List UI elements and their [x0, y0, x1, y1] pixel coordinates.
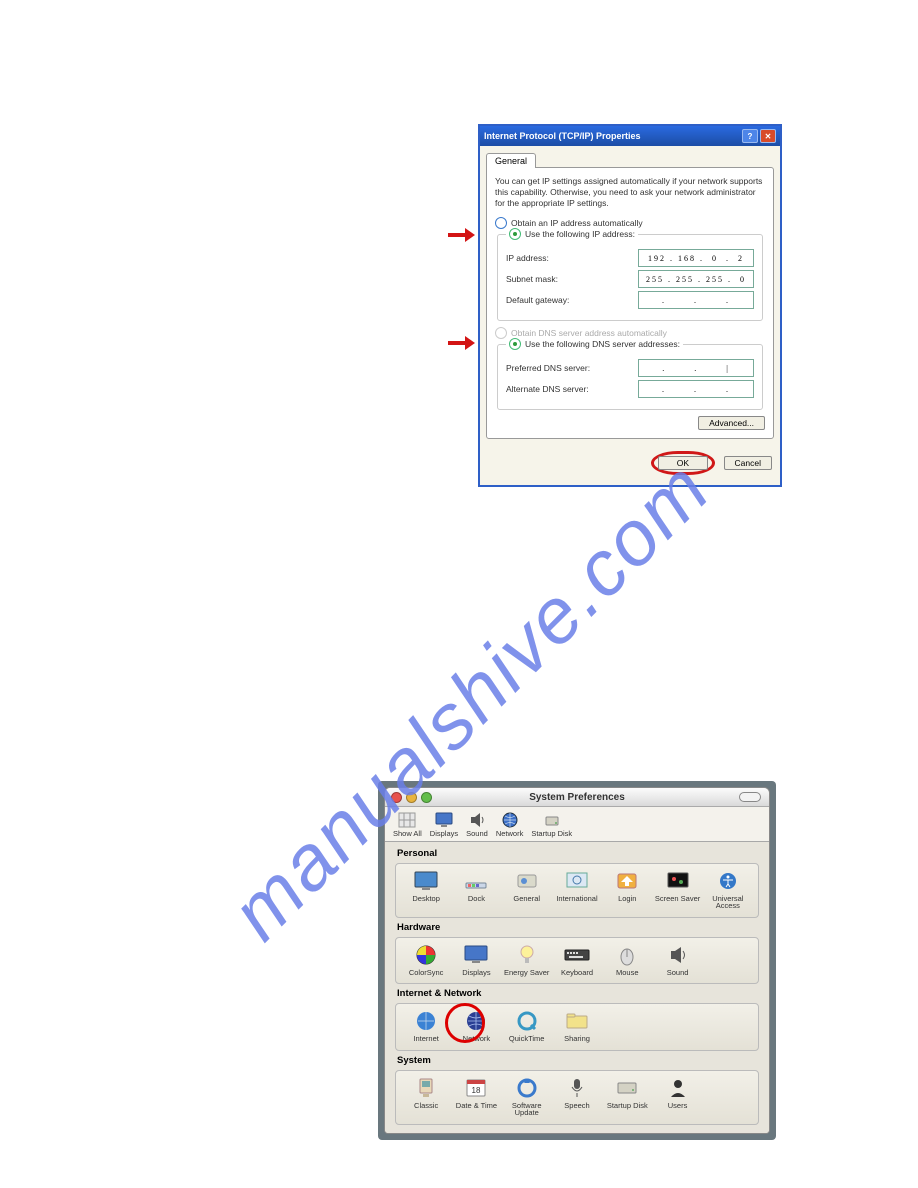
pref-login[interactable]: Login — [603, 869, 651, 910]
desktop-icon — [412, 869, 440, 893]
pref-classic[interactable]: Classic — [402, 1076, 450, 1117]
speaker-icon — [467, 811, 487, 829]
toolbar-item-startup-disk[interactable]: Startup Disk — [531, 811, 572, 838]
subnet-mask-input[interactable] — [638, 270, 754, 288]
pref-keyboard[interactable]: Keyboard — [553, 943, 601, 977]
bulb-icon — [513, 943, 541, 967]
toolbar-item-sound[interactable]: Sound — [466, 811, 488, 838]
pref-internet[interactable]: Internet — [402, 1009, 450, 1043]
mac-window-title: System Preferences — [385, 792, 769, 803]
pref-colorsync[interactable]: ColorSync — [402, 943, 450, 977]
display-icon — [462, 943, 490, 967]
toolbar-item-network[interactable]: Network — [496, 811, 524, 838]
house-icon — [613, 869, 641, 893]
pref-quicktime[interactable]: QuickTime — [503, 1009, 551, 1043]
network-globe-icon — [462, 1009, 490, 1033]
preferred-dns-input[interactable] — [638, 359, 754, 377]
radio-obtain-dns-label: Obtain DNS server address automatically — [511, 328, 667, 338]
display-icon — [434, 811, 454, 829]
speaker-icon — [664, 943, 692, 967]
radio-use-dns[interactable] — [509, 338, 521, 350]
disk-icon — [613, 1076, 641, 1100]
mac-toolbar-toggle[interactable] — [739, 792, 761, 802]
mac-toolbar: Show All Displays Sound Network Startup … — [385, 807, 769, 842]
section-system-header: System — [395, 1051, 759, 1070]
classic-icon — [412, 1076, 440, 1100]
microphone-icon — [563, 1076, 591, 1100]
switch-icon — [513, 869, 541, 893]
pref-software-update[interactable]: Software Update — [503, 1076, 551, 1117]
radio-use-dns-label: Use the following DNS server addresses: — [525, 339, 680, 349]
callout-arrow-icon — [448, 336, 478, 350]
alternate-dns-label: Alternate DNS server: — [506, 384, 589, 394]
dialog-titlebar: Internet Protocol (TCP/IP) Properties ? … — [480, 126, 780, 146]
quicktime-icon — [513, 1009, 541, 1033]
pref-users[interactable]: Users — [653, 1076, 701, 1117]
pref-desktop[interactable]: Desktop — [402, 869, 450, 910]
ip-address-input[interactable] — [638, 249, 754, 267]
default-gateway-label: Default gateway: — [506, 295, 569, 305]
pref-date-time[interactable]: 18Date & Time — [452, 1076, 500, 1117]
alternate-dns-input[interactable] — [638, 380, 754, 398]
colorwheel-icon — [412, 943, 440, 967]
pref-universal-access[interactable]: Universal Access — [704, 869, 752, 910]
default-gateway-input[interactable] — [638, 291, 754, 309]
calendar-icon: 18 — [462, 1076, 490, 1100]
pref-mouse[interactable]: Mouse — [603, 943, 651, 977]
ok-button[interactable]: OK — [658, 456, 708, 470]
globe-icon — [412, 1009, 440, 1033]
dialog-title: Internet Protocol (TCP/IP) Properties — [484, 131, 641, 141]
keyboard-icon — [563, 943, 591, 967]
screensaver-icon — [664, 869, 692, 893]
pref-startup-disk2[interactable]: Startup Disk — [603, 1076, 651, 1117]
radio-use-ip-label: Use the following IP address: — [525, 229, 635, 239]
disk-icon — [542, 811, 562, 829]
grid-icon — [397, 811, 417, 829]
globe-icon — [500, 811, 520, 829]
svg-text:18: 18 — [472, 1086, 481, 1095]
toolbar-item-displays[interactable]: Displays — [430, 811, 458, 838]
pref-sound[interactable]: Sound — [653, 943, 701, 977]
section-hardware-header: Hardware — [395, 918, 759, 937]
cancel-button[interactable]: Cancel — [724, 456, 772, 470]
ip-address-label: IP address: — [506, 253, 549, 263]
user-icon — [664, 1076, 692, 1100]
un-icon — [563, 869, 591, 893]
pref-sharing[interactable]: Sharing — [553, 1009, 601, 1043]
toolbar-item-show-all[interactable]: Show All — [393, 811, 422, 838]
pref-displays2[interactable]: Displays — [452, 943, 500, 977]
pref-speech[interactable]: Speech — [553, 1076, 601, 1117]
preferred-dns-label: Preferred DNS server: — [506, 363, 590, 373]
close-button[interactable]: ✕ — [760, 129, 776, 143]
dock-icon — [462, 869, 490, 893]
advanced-button[interactable]: Advanced... — [698, 416, 765, 430]
callout-arrow-icon — [448, 228, 478, 242]
pref-international[interactable]: International — [553, 869, 601, 910]
ok-highlight-ring: OK — [651, 451, 715, 475]
pref-general[interactable]: General — [503, 869, 551, 910]
accessibility-icon — [714, 869, 742, 893]
pref-network[interactable]: Network — [452, 1009, 500, 1043]
system-preferences-window: System Preferences Show All Displays Sou… — [378, 781, 776, 1140]
update-icon — [513, 1076, 541, 1100]
help-button[interactable]: ? — [742, 129, 758, 143]
subnet-mask-label: Subnet mask: — [506, 274, 558, 284]
folder-icon — [563, 1009, 591, 1033]
pref-energy-saver[interactable]: Energy Saver — [503, 943, 551, 977]
radio-use-ip[interactable] — [509, 228, 521, 240]
pref-screen-saver[interactable]: Screen Saver — [653, 869, 701, 910]
radio-obtain-ip-label: Obtain an IP address automatically — [511, 218, 643, 228]
pref-dock[interactable]: Dock — [452, 869, 500, 910]
tcpip-properties-dialog: Internet Protocol (TCP/IP) Properties ? … — [478, 124, 782, 487]
dialog-description: You can get IP settings assigned automat… — [495, 176, 765, 209]
section-internet-header: Internet & Network — [395, 984, 759, 1003]
tab-general[interactable]: General — [486, 153, 536, 168]
section-personal-header: Personal — [395, 844, 759, 863]
mouse-icon — [613, 943, 641, 967]
